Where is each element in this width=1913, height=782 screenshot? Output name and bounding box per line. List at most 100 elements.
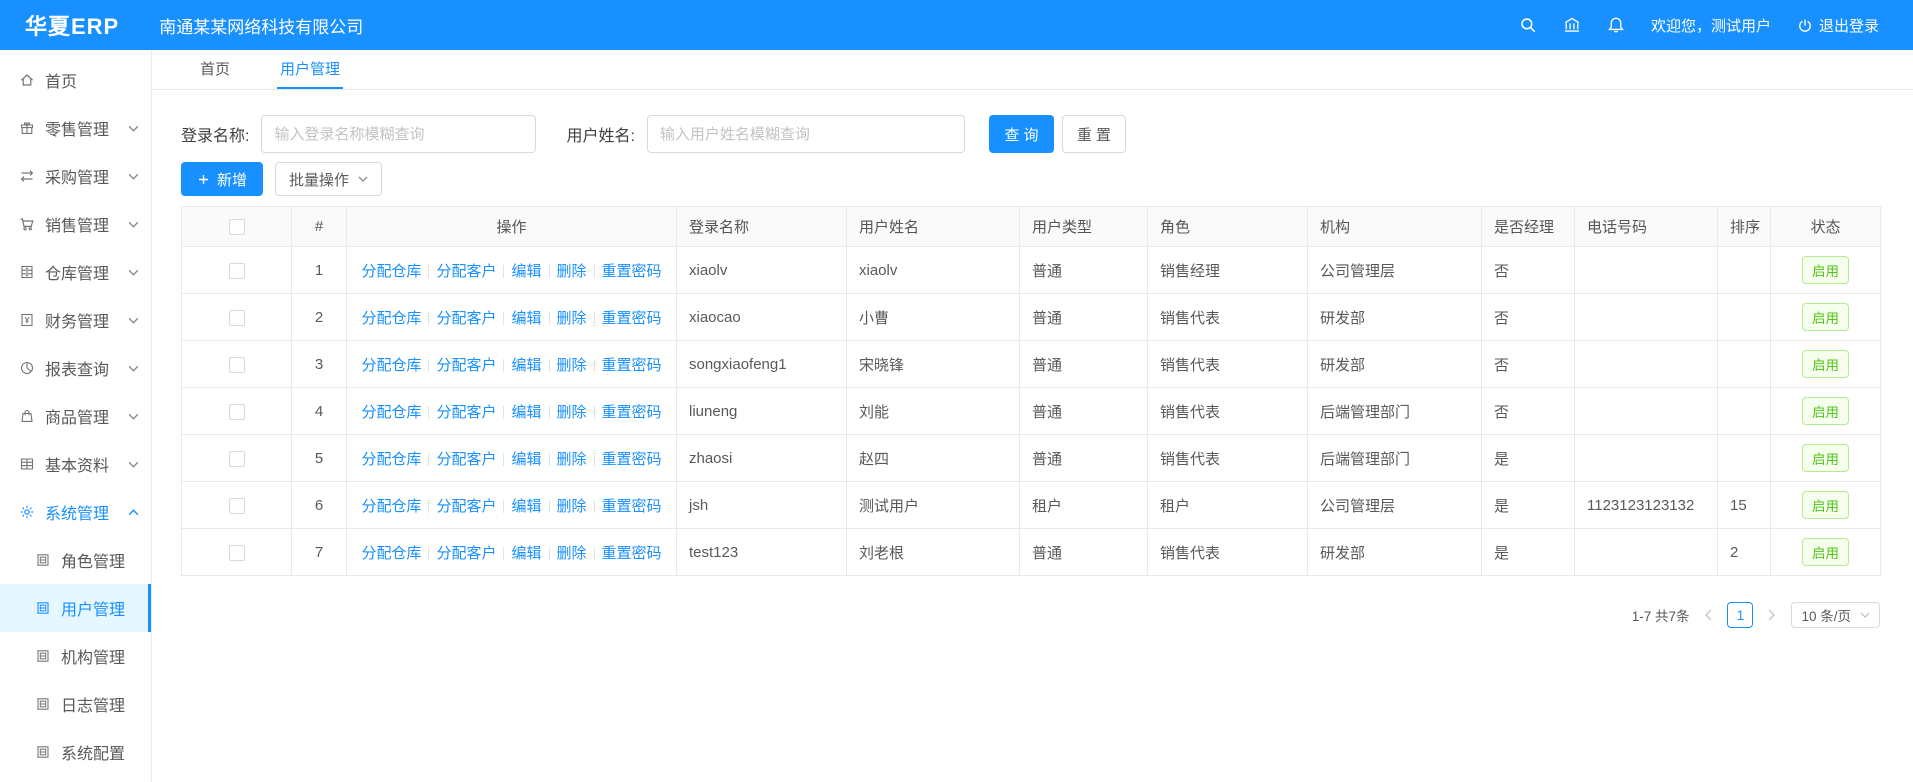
action-separator xyxy=(549,453,550,466)
sidebar-item-role[interactable]: 角色管理 xyxy=(0,536,151,584)
page-number-button[interactable]: 1 xyxy=(1727,602,1753,628)
sidebar-item-goods[interactable]: 商品管理 xyxy=(0,392,151,440)
assign-customer-link[interactable]: 分配客户 xyxy=(436,404,496,421)
sidebar-item-report[interactable]: 报表查询 xyxy=(0,344,151,392)
bell-icon[interactable] xyxy=(1607,16,1625,34)
sidebar-item-config[interactable]: 系统配置 xyxy=(0,728,151,776)
assign-customer-link[interactable]: 分配客户 xyxy=(436,451,496,468)
sidebar-item-finance[interactable]: 财务管理 xyxy=(0,296,151,344)
sidebar-item-org[interactable]: 机构管理 xyxy=(0,632,151,680)
assign-warehouse-link[interactable]: 分配仓库 xyxy=(361,498,421,515)
row-checkbox[interactable] xyxy=(229,545,245,561)
status-badge[interactable]: 启用 xyxy=(1802,256,1849,284)
delete-link[interactable]: 删除 xyxy=(557,404,587,421)
login-name-input[interactable] xyxy=(261,115,536,153)
tab-user-management[interactable]: 用户管理 xyxy=(277,50,343,89)
select-all-checkbox[interactable] xyxy=(229,219,245,235)
status-badge[interactable]: 启用 xyxy=(1802,397,1849,425)
row-select-cell xyxy=(182,247,292,294)
row-checkbox[interactable] xyxy=(229,357,245,373)
logout-button[interactable]: 退出登录 xyxy=(1797,15,1879,36)
sidebar-item-system[interactable]: 系统管理 xyxy=(0,488,151,536)
row-checkbox[interactable] xyxy=(229,263,245,279)
edit-link[interactable]: 编辑 xyxy=(511,451,541,468)
search-icon[interactable] xyxy=(1519,16,1537,34)
sidebar-item-sales[interactable]: 销售管理 xyxy=(0,200,151,248)
next-page-icon[interactable] xyxy=(1763,606,1781,624)
assign-customer-link[interactable]: 分配客户 xyxy=(436,263,496,280)
assign-warehouse-link[interactable]: 分配仓库 xyxy=(361,357,421,374)
assign-warehouse-link[interactable]: 分配仓库 xyxy=(361,310,421,327)
reset-password-link[interactable]: 重置密码 xyxy=(602,310,662,327)
edit-link[interactable]: 编辑 xyxy=(511,357,541,374)
add-button[interactable]: 新增 xyxy=(181,162,263,196)
assign-warehouse-link[interactable]: 分配仓库 xyxy=(361,404,421,421)
sidebar-item-user[interactable]: 用户管理 xyxy=(0,584,151,632)
delete-link[interactable]: 删除 xyxy=(557,310,587,327)
user-name-input[interactable] xyxy=(647,115,965,153)
assign-customer-link[interactable]: 分配客户 xyxy=(436,310,496,327)
delete-link[interactable]: 删除 xyxy=(557,263,587,280)
cell-org: 研发部 xyxy=(1308,294,1482,341)
status-badge[interactable]: 启用 xyxy=(1802,538,1849,566)
chevron-up-icon xyxy=(128,509,139,516)
edit-link[interactable]: 编辑 xyxy=(511,498,541,515)
users-table: #操作登录名称用户姓名用户类型角色机构是否经理电话号码排序状态 1分配仓库分配客… xyxy=(181,206,1913,576)
reset-password-link[interactable]: 重置密码 xyxy=(602,451,662,468)
bank-icon[interactable] xyxy=(1563,16,1581,34)
assign-warehouse-link[interactable]: 分配仓库 xyxy=(361,451,421,468)
status-badge[interactable]: 启用 xyxy=(1802,444,1849,472)
delete-link[interactable]: 删除 xyxy=(557,498,587,515)
assign-customer-link[interactable]: 分配客户 xyxy=(436,357,496,374)
column-header: # xyxy=(292,207,347,247)
reset-button[interactable]: 重 置 xyxy=(1062,115,1126,153)
sidebar-item-home[interactable]: 首页 xyxy=(0,56,151,104)
status-badge[interactable]: 启用 xyxy=(1802,303,1849,331)
action-separator xyxy=(503,312,504,325)
doc-icon xyxy=(35,552,51,568)
reset-password-link[interactable]: 重置密码 xyxy=(602,404,662,421)
row-checkbox[interactable] xyxy=(229,404,245,420)
row-index: 5 xyxy=(292,435,347,482)
assign-customer-link[interactable]: 分配客户 xyxy=(436,498,496,515)
reset-password-link[interactable]: 重置密码 xyxy=(602,263,662,280)
cell-type: 普通 xyxy=(1020,294,1148,341)
edit-link[interactable]: 编辑 xyxy=(511,263,541,280)
edit-link[interactable]: 编辑 xyxy=(511,310,541,327)
status-badge[interactable]: 启用 xyxy=(1802,350,1849,378)
batch-operations-button[interactable]: 批量操作 xyxy=(275,162,382,196)
row-actions: 分配仓库分配客户编辑删除重置密码 xyxy=(347,529,677,576)
action-separator xyxy=(428,500,429,513)
assign-warehouse-link[interactable]: 分配仓库 xyxy=(361,263,421,280)
reset-password-link[interactable]: 重置密码 xyxy=(602,357,662,374)
sidebar-item-retail[interactable]: 零售管理 xyxy=(0,104,151,152)
status-badge[interactable]: 启用 xyxy=(1802,491,1849,519)
cell-phone xyxy=(1575,294,1718,341)
delete-link[interactable]: 删除 xyxy=(557,545,587,562)
column-header: 操作 xyxy=(347,207,677,247)
reset-password-link[interactable]: 重置密码 xyxy=(602,545,662,562)
page-size-select[interactable]: 10 条/页 xyxy=(1791,602,1880,628)
search-button[interactable]: 查 询 xyxy=(989,115,1054,153)
row-actions: 分配仓库分配客户编辑删除重置密码 xyxy=(347,388,677,435)
cell-role: 销售代表 xyxy=(1148,341,1308,388)
edit-link[interactable]: 编辑 xyxy=(511,404,541,421)
row-checkbox[interactable] xyxy=(229,310,245,326)
delete-link[interactable]: 删除 xyxy=(557,357,587,374)
row-checkbox[interactable] xyxy=(229,451,245,467)
assign-warehouse-link[interactable]: 分配仓库 xyxy=(361,545,421,562)
table-row: 6分配仓库分配客户编辑删除重置密码jsh测试用户租户租户公司管理层是112312… xyxy=(182,482,1881,529)
prev-page-icon[interactable] xyxy=(1699,606,1717,624)
sidebar-item-log[interactable]: 日志管理 xyxy=(0,680,151,728)
sidebar-item-purchase[interactable]: 采购管理 xyxy=(0,152,151,200)
tab-home[interactable]: 首页 xyxy=(197,50,233,89)
sidebar-item-basic[interactable]: 基本资料 xyxy=(0,440,151,488)
assign-customer-link[interactable]: 分配客户 xyxy=(436,545,496,562)
row-checkbox[interactable] xyxy=(229,498,245,514)
cell-type: 普通 xyxy=(1020,435,1148,482)
delete-link[interactable]: 删除 xyxy=(557,451,587,468)
edit-link[interactable]: 编辑 xyxy=(511,545,541,562)
sidebar-item-label: 仓库管理 xyxy=(45,260,109,284)
reset-password-link[interactable]: 重置密码 xyxy=(602,498,662,515)
sidebar-item-warehouse[interactable]: 仓库管理 xyxy=(0,248,151,296)
